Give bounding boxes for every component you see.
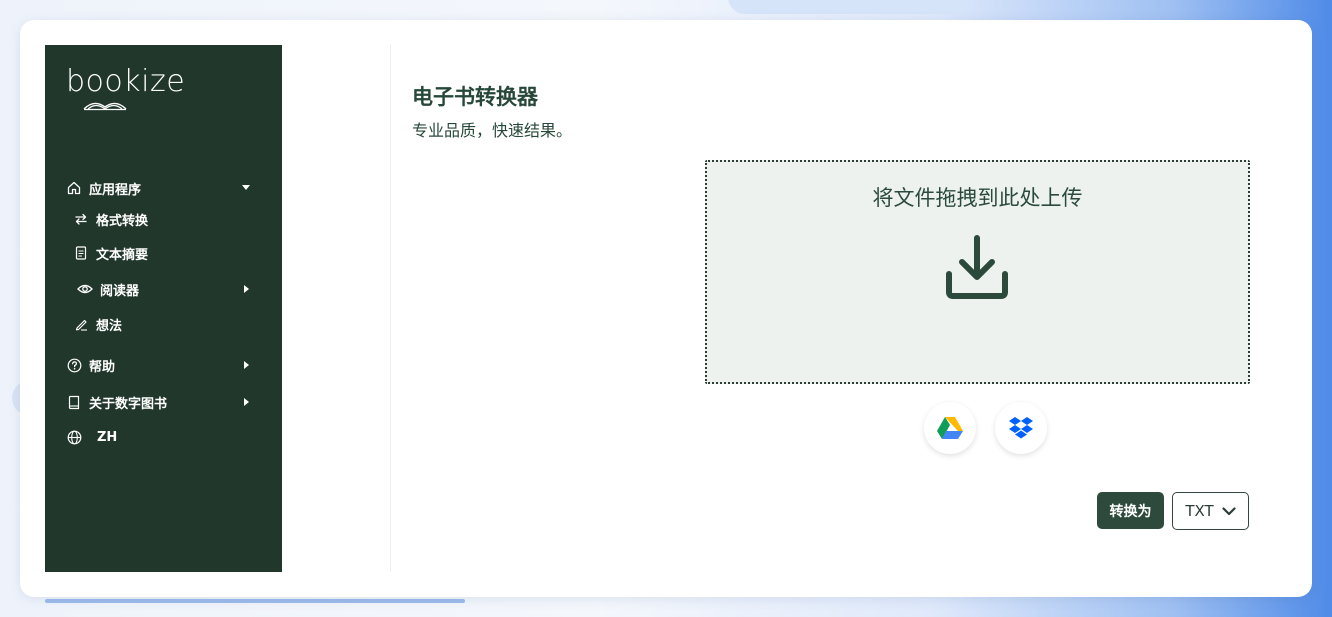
sidebar-item-ideas[interactable]: 想法 xyxy=(72,310,309,338)
dropzone-text: 将文件拖拽到此处上传 xyxy=(872,186,1083,210)
logo[interactable]: bookize xyxy=(66,65,196,111)
sidebar-item-label: 格式转换 xyxy=(96,213,149,229)
sidebar: bookize 应用程序 格式转换 文本摘要 阅读器 想法 帮助 关于数字图书 … xyxy=(45,45,282,572)
dropbox-button[interactable] xyxy=(995,402,1047,454)
pen-icon xyxy=(72,315,90,333)
home-icon xyxy=(65,179,83,197)
sidebar-item-label: 帮助 xyxy=(89,359,116,375)
sidebar-item-label: 阅读器 xyxy=(100,283,140,299)
sidebar-item-text-summary[interactable]: 文本摘要 xyxy=(72,239,309,267)
logo-text: bookize xyxy=(66,64,186,99)
google-drive-button[interactable] xyxy=(924,402,976,454)
language-selector[interactable]: ZH xyxy=(65,423,302,451)
eye-icon xyxy=(76,280,94,298)
sidebar-item-label: 文本摘要 xyxy=(96,247,149,263)
output-format-select[interactable]: TXT xyxy=(1172,492,1249,530)
sidebar-item-about-digital-books[interactable]: 关于数字图书 xyxy=(65,388,302,416)
caret-down-icon xyxy=(242,185,250,190)
sidebar-item-reader[interactable]: 阅读器 xyxy=(76,275,313,303)
caret-right-icon xyxy=(244,285,249,293)
sidebar-item-format-convert[interactable]: 格式转换 xyxy=(72,205,309,233)
page-subtitle: 专业品质，快速结果。 xyxy=(412,121,573,140)
sidebar-item-help[interactable]: 帮助 xyxy=(65,351,302,379)
convert-button[interactable]: 转换为 xyxy=(1097,492,1164,529)
sidebar-item-apps[interactable]: 应用程序 xyxy=(65,174,302,202)
selected-format: TXT xyxy=(1185,502,1214,520)
sidebar-item-label: 应用程序 xyxy=(89,182,142,198)
language-label: ZH xyxy=(97,429,118,445)
file-dropzone[interactable]: 将文件拖拽到此处上传 xyxy=(705,160,1250,384)
swap-icon xyxy=(72,210,90,228)
background-decoration xyxy=(728,0,968,14)
globe-icon xyxy=(65,428,83,446)
scroll-indicator xyxy=(45,599,465,603)
download-icon xyxy=(946,235,1008,299)
document-icon xyxy=(72,244,90,262)
sidebar-item-label: 关于数字图书 xyxy=(89,396,168,412)
logo-book-icon xyxy=(83,102,127,111)
sidebar-item-label: 想法 xyxy=(96,318,123,334)
dropbox-icon xyxy=(1009,417,1033,439)
page-title: 电子书转换器 xyxy=(412,85,538,109)
chevron-down-icon xyxy=(1222,506,1236,515)
help-circle-icon xyxy=(65,356,83,374)
book-icon xyxy=(65,393,83,411)
caret-right-icon xyxy=(244,398,249,406)
google-drive-icon xyxy=(937,417,963,439)
caret-right-icon xyxy=(244,361,249,369)
